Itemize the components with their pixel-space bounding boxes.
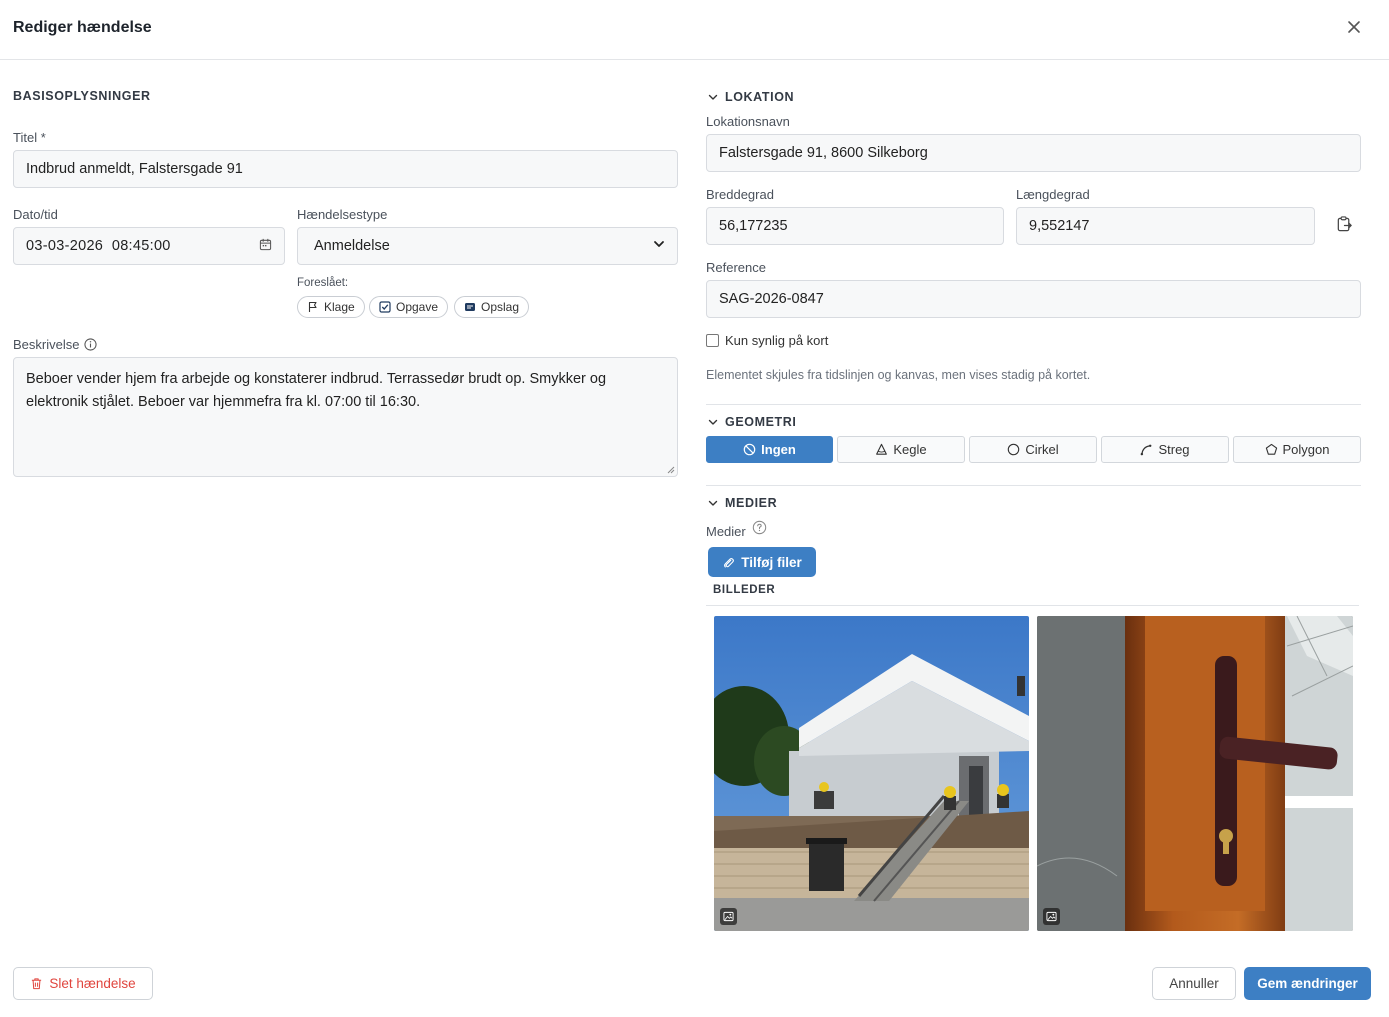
ban-icon <box>743 443 756 456</box>
geometry-option-label: Kegle <box>893 442 927 457</box>
chevron-down-icon[interactable] <box>707 416 719 428</box>
event-type-label: Hændelsestype <box>297 207 388 222</box>
image-icon <box>720 908 737 925</box>
image-icon <box>1043 908 1060 925</box>
datetime-label: Dato/tid <box>13 207 58 222</box>
map-only-checkbox[interactable] <box>706 334 719 347</box>
description-label: Beskrivelse <box>13 337 80 352</box>
map-only-label: Kun synlig på kort <box>725 333 829 348</box>
media-label: Medier <box>706 524 746 539</box>
section-title-location[interactable]: LOKATION <box>725 90 794 104</box>
add-files-button[interactable]: Tilføj filer <box>708 547 816 577</box>
chevron-down-icon <box>653 238 665 254</box>
title-input[interactable]: Indbrud anmeldt, Falstersgade 91 <box>13 150 678 188</box>
geometry-option-kegle[interactable]: Kegle <box>837 436 965 463</box>
datetime-input[interactable]: 03-03-2026 08:45:00 <box>13 227 285 265</box>
cancel-button[interactable]: Annuller <box>1152 967 1236 1000</box>
latitude-label: Breddegrad <box>706 187 774 202</box>
suggestion-chip-label: Opgave <box>396 300 439 314</box>
longitude-value: 9,552147 <box>1029 218 1090 234</box>
house-photo <box>714 616 1029 931</box>
delete-event-label: Slet hændelse <box>49 976 136 991</box>
divider <box>706 404 1361 405</box>
door-photo <box>1037 616 1353 931</box>
geometry-option-label: Polygon <box>1282 442 1330 457</box>
reference-input[interactable]: SAG-2026-0847 <box>706 280 1361 318</box>
cone-icon <box>876 443 888 455</box>
add-files-label: Tilføj filer <box>741 554 802 570</box>
images-heading: BILLEDER <box>713 584 776 596</box>
dialog-title: Rediger hændelse <box>13 19 152 36</box>
map-only-checkbox-row[interactable]: Kun synlig på kort <box>706 333 828 348</box>
suggestion-chip-klage[interactable]: Klage <box>297 296 365 318</box>
section-title-basis: BASISOPLYSNINGER <box>13 89 151 103</box>
divider <box>706 485 1361 486</box>
suggestion-chip-label: Opslag <box>481 300 520 314</box>
image-thumbnail-door[interactable] <box>1037 616 1353 931</box>
suggestion-chip-opslag[interactable]: Opslag <box>454 296 530 318</box>
save-changes-label: Gem ændringer <box>1257 976 1358 991</box>
line-icon <box>1141 444 1152 456</box>
event-type-select[interactable]: Anmeldelse <box>297 227 678 265</box>
geometry-option-polygon[interactable]: Polygon <box>1233 436 1361 463</box>
pentagon-icon <box>1265 443 1277 455</box>
description-value: Beboer vender hjem fra arbejde og konsta… <box>26 371 607 410</box>
geometry-option-ingen[interactable]: Ingen <box>706 436 833 463</box>
section-title-geometry[interactable]: GEOMETRI <box>725 415 796 429</box>
map-only-hint: Elementet skjules fra tidslinjen og kanv… <box>706 368 1091 382</box>
longitude-input[interactable]: 9,552147 <box>1016 207 1315 245</box>
image-thumbnail-house[interactable] <box>714 616 1029 931</box>
suggested-label: Foreslået: <box>297 277 349 289</box>
circle-icon <box>1008 443 1020 456</box>
suggestion-chip-label: Klage <box>324 300 355 314</box>
info-icon[interactable] <box>84 338 98 351</box>
reference-label: Reference <box>706 260 766 275</box>
save-changes-button[interactable]: Gem ændringer <box>1244 967 1371 1000</box>
divider <box>706 605 1359 606</box>
suggestion-chip-opgave[interactable]: Opgave <box>369 296 449 318</box>
media-label-row: Medier <box>706 520 767 539</box>
close-icon[interactable] <box>1344 17 1364 37</box>
chevron-down-icon[interactable] <box>707 91 719 103</box>
event-type-value: Anmeldelse <box>314 238 390 254</box>
chevron-down-icon[interactable] <box>707 497 719 509</box>
geometry-option-cirkel[interactable]: Cirkel <box>969 436 1097 463</box>
location-name-label: Lokationsnavn <box>706 114 790 129</box>
title-label: Titel * <box>13 130 46 145</box>
delete-event-button[interactable]: Slet hændelse <box>13 967 153 1000</box>
cancel-label: Annuller <box>1169 976 1219 991</box>
calendar-icon[interactable] <box>259 238 272 255</box>
trash-icon <box>32 978 42 990</box>
section-title-media[interactable]: MEDIER <box>725 496 777 510</box>
datetime-value: 03-03-2026 08:45:00 <box>26 238 171 254</box>
location-name-input[interactable]: Falstersgade 91, 8600 Silkeborg <box>706 134 1361 172</box>
paste-coordinates-icon[interactable] <box>1335 215 1355 235</box>
paperclip-icon <box>724 557 735 568</box>
geometry-option-label: Ingen <box>761 442 796 457</box>
reference-value: SAG-2026-0847 <box>719 291 824 307</box>
latitude-input[interactable]: 56,177235 <box>706 207 1004 245</box>
checkbox-checked-icon <box>379 301 391 313</box>
geometry-option-streg[interactable]: Streg <box>1101 436 1229 463</box>
help-icon[interactable] <box>752 520 767 535</box>
flag-icon <box>308 301 317 312</box>
latitude-value: 56,177235 <box>719 218 788 234</box>
location-name-value: Falstersgade 91, 8600 Silkeborg <box>719 145 928 161</box>
geometry-option-label: Streg <box>1158 442 1190 457</box>
longitude-label: Længdegrad <box>1016 187 1090 202</box>
description-textarea[interactable]: Beboer vender hjem fra arbejde og konsta… <box>13 357 678 477</box>
resize-grip-icon[interactable] <box>666 465 675 474</box>
description-label-row: Beskrivelse <box>13 337 98 352</box>
title-input-value: Indbrud anmeldt, Falstersgade 91 <box>26 161 243 177</box>
message-icon <box>465 303 475 311</box>
geometry-option-label: Cirkel <box>1025 442 1059 457</box>
dialog-header: Rediger hændelse <box>0 0 1389 60</box>
